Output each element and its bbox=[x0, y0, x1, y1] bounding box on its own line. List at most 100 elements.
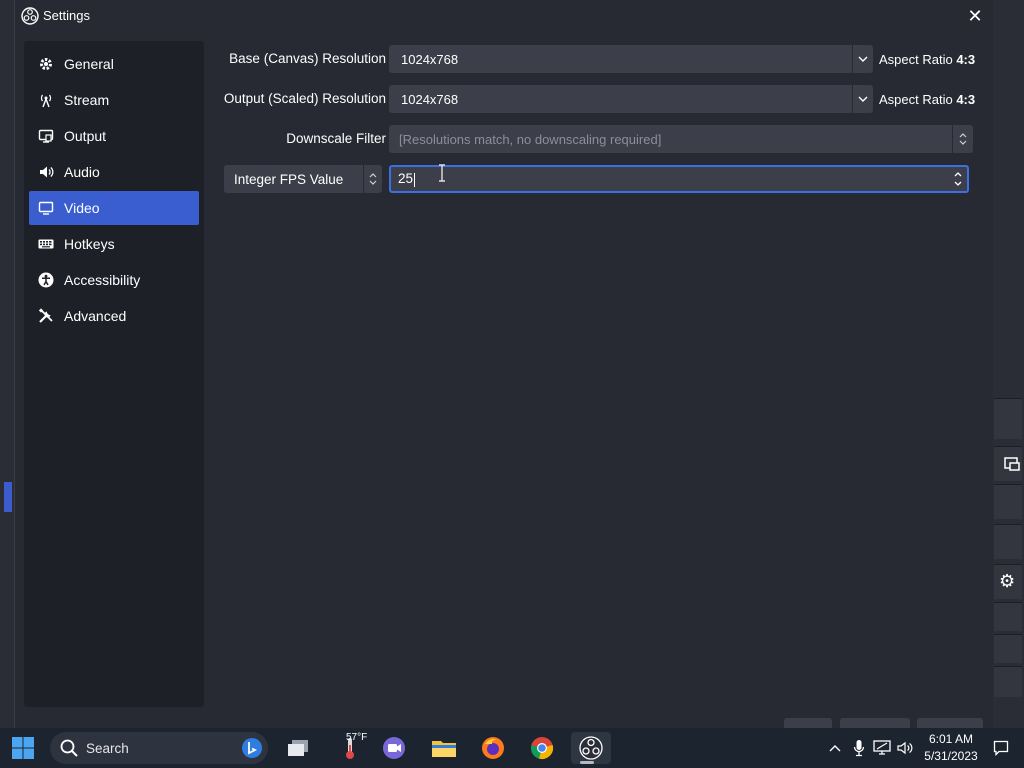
sidebar-item-video[interactable]: Video bbox=[29, 191, 199, 225]
dock-panel-block bbox=[994, 602, 1022, 631]
windows-logo-icon bbox=[12, 737, 34, 759]
sidebar-item-stream[interactable]: Stream bbox=[29, 83, 199, 117]
network-tray[interactable] bbox=[872, 728, 892, 768]
fps-value-text: 25 bbox=[391, 171, 949, 187]
microphone-tray[interactable] bbox=[850, 728, 868, 768]
sidebar-item-audio[interactable]: Audio bbox=[29, 155, 199, 189]
volume-icon bbox=[897, 741, 913, 755]
microphone-icon bbox=[853, 740, 865, 757]
dock-settings-icon[interactable]: ⚙ bbox=[999, 571, 1015, 592]
aspect-ratio-value: 4:3 bbox=[956, 92, 976, 107]
dock-panel-block bbox=[994, 446, 1022, 481]
close-button[interactable]: ✕ bbox=[963, 4, 987, 28]
output-resolution-label: Output (Scaled) Resolution bbox=[223, 91, 386, 106]
network-icon bbox=[873, 740, 891, 755]
taskbar: Search 57°F 6:01 AM 5/31/2023 bbox=[0, 728, 1024, 768]
base-aspect-ratio: Aspect Ratio 4:3 bbox=[879, 52, 975, 67]
keyboard-icon bbox=[37, 235, 55, 253]
fps-type-value: Integer FPS Value bbox=[234, 171, 344, 187]
base-resolution-combo[interactable]: 1024x768 bbox=[389, 45, 873, 73]
file-explorer-button[interactable] bbox=[428, 732, 460, 764]
task-view-icon bbox=[288, 740, 308, 756]
sidebar-item-general[interactable]: General bbox=[29, 47, 199, 81]
sidebar-item-label: Audio bbox=[64, 164, 100, 180]
sidebar-item-label: Advanced bbox=[64, 308, 127, 324]
dock-panel-block bbox=[994, 634, 1022, 663]
notification-icon bbox=[993, 740, 1009, 756]
firefox-icon bbox=[482, 737, 504, 759]
downscale-filter-combo: [Resolutions match, no downscaling requi… bbox=[389, 125, 973, 153]
fps-value-input[interactable]: 25 bbox=[389, 165, 969, 193]
volume-tray[interactable] bbox=[896, 728, 914, 768]
chrome-icon bbox=[531, 737, 554, 760]
base-resolution-label: Base (Canvas) Resolution bbox=[229, 51, 386, 66]
aspect-ratio-value: 4:3 bbox=[956, 52, 976, 67]
chevron-up-icon bbox=[829, 745, 841, 752]
fps-spinner[interactable] bbox=[949, 167, 967, 191]
sidebar-item-advanced[interactable]: Advanced bbox=[29, 299, 199, 333]
apply-button[interactable] bbox=[917, 718, 983, 728]
sidebar-item-label: Stream bbox=[64, 92, 110, 108]
spin-arrows-icon bbox=[952, 125, 973, 153]
search-label: Search bbox=[86, 740, 129, 756]
sidebar-item-label: General bbox=[64, 56, 114, 72]
weather-temperature: 57°F bbox=[346, 732, 368, 743]
start-button[interactable] bbox=[7, 732, 39, 764]
accessibility-icon bbox=[37, 271, 55, 289]
gear-icon bbox=[37, 55, 55, 73]
downscale-filter-label: Downscale Filter bbox=[286, 131, 386, 146]
tools-icon bbox=[37, 307, 55, 325]
dock-panel-block bbox=[994, 524, 1022, 559]
aspect-ratio-label: Aspect Ratio bbox=[879, 92, 953, 107]
sidebar-item-accessibility[interactable]: Accessibility bbox=[29, 263, 199, 297]
title-bar: Settings ✕ bbox=[15, 0, 993, 32]
ok-button[interactable] bbox=[784, 718, 832, 728]
dock-panel-block: ⚙ bbox=[994, 564, 1022, 599]
chat-icon bbox=[383, 737, 405, 759]
task-view-button[interactable] bbox=[282, 732, 314, 764]
fps-value: 25 bbox=[398, 171, 414, 187]
obs-logo-icon bbox=[579, 736, 603, 760]
speaker-icon bbox=[37, 163, 55, 181]
sidebar-item-hotkeys[interactable]: Hotkeys bbox=[29, 227, 199, 261]
fps-type-select[interactable]: Integer FPS Value bbox=[224, 165, 382, 193]
sidebar-item-label: Hotkeys bbox=[64, 236, 115, 252]
folder-icon bbox=[432, 741, 456, 757]
output-icon bbox=[37, 127, 55, 145]
dock-panel-block bbox=[994, 484, 1022, 519]
sidebar-item-label: Video bbox=[64, 200, 100, 216]
dock-undock-icon[interactable] bbox=[1003, 455, 1021, 473]
clock-date: 5/31/2023 bbox=[924, 749, 978, 763]
window-title: Settings bbox=[43, 8, 90, 23]
clock-time: 6:01 AM bbox=[928, 732, 974, 746]
antenna-icon bbox=[37, 91, 55, 109]
output-resolution-combo[interactable]: 1024x768 bbox=[389, 85, 873, 113]
firefox-button[interactable] bbox=[477, 732, 509, 764]
teams-chat-button[interactable] bbox=[378, 732, 410, 764]
sidebar-item-output[interactable]: Output bbox=[29, 119, 199, 153]
monitor-icon bbox=[37, 199, 55, 217]
obs-taskbar-button[interactable] bbox=[571, 732, 611, 764]
bing-icon[interactable] bbox=[242, 738, 262, 758]
cancel-button[interactable] bbox=[840, 718, 910, 728]
obs-logo-icon bbox=[21, 7, 39, 25]
show-hidden-icons-button[interactable] bbox=[826, 728, 844, 768]
text-caret bbox=[414, 172, 416, 187]
search-icon bbox=[60, 739, 78, 757]
obs-main-window-right-edge: ⚙ bbox=[992, 0, 1024, 728]
taskbar-clock[interactable]: 6:01 AM 5/31/2023 bbox=[918, 731, 984, 765]
spin-arrows-icon bbox=[363, 165, 382, 193]
settings-dialog: Settings ✕ General Stream Output Audio V… bbox=[14, 0, 993, 728]
ibeam-cursor-icon bbox=[439, 164, 445, 182]
dock-panel-block bbox=[994, 666, 1022, 697]
downscale-filter-value: [Resolutions match, no downscaling requi… bbox=[399, 131, 662, 147]
output-aspect-ratio: Aspect Ratio 4:3 bbox=[879, 92, 975, 107]
chevron-down-icon bbox=[852, 45, 873, 73]
base-resolution-value: 1024x768 bbox=[401, 51, 459, 67]
dock-panel-block bbox=[994, 398, 1022, 439]
selected-scene-marker bbox=[4, 482, 12, 512]
taskbar-search[interactable]: Search bbox=[50, 732, 268, 764]
obs-main-window-left-edge bbox=[0, 0, 14, 728]
chrome-button[interactable] bbox=[526, 732, 558, 764]
notifications-button[interactable] bbox=[990, 728, 1012, 768]
